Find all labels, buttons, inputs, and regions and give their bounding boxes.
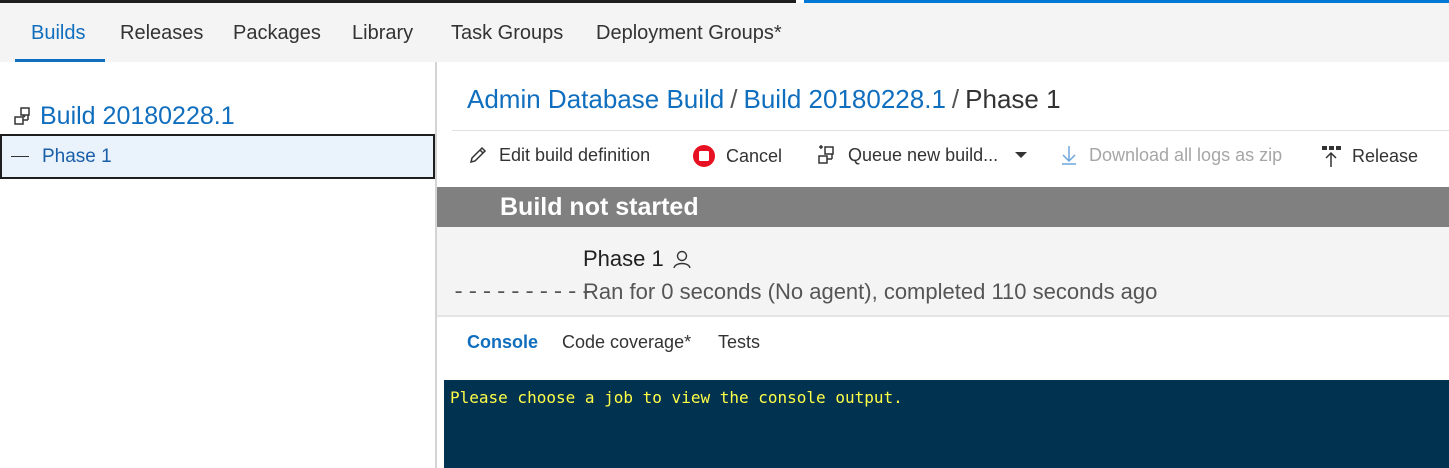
phase-dash-icon xyxy=(11,156,29,157)
tab-releases[interactable]: Releases xyxy=(120,22,203,45)
tree-phase-label: Phase 1 xyxy=(42,145,112,167)
download-label: Download all logs as zip xyxy=(1089,144,1283,165)
breadcrumb-separator: / xyxy=(730,84,738,114)
tab-deployment-groups[interactable]: Deployment Groups* xyxy=(596,22,782,45)
person-icon xyxy=(673,250,691,269)
edit-build-definition-button[interactable]: Edit build definition xyxy=(467,144,650,166)
tab-packages[interactable]: Packages xyxy=(233,22,321,45)
breadcrumb-separator: / xyxy=(951,84,960,114)
queue-build-icon xyxy=(818,145,834,164)
job-name: Phase 1 xyxy=(583,246,692,272)
tree-item-build[interactable]: Build 20180228.1 xyxy=(12,102,235,131)
breadcrumb: Admin Database Build / Build 20180228.1/Ph… xyxy=(467,84,1061,115)
pencil-icon xyxy=(469,146,487,164)
tab-builds[interactable]: Builds xyxy=(31,22,85,45)
stop-icon xyxy=(693,145,715,167)
tab-console[interactable]: Console xyxy=(467,332,538,353)
release-label: Release xyxy=(1352,145,1419,166)
queue-dropdown-button[interactable] xyxy=(1014,150,1038,160)
download-icon xyxy=(1062,146,1076,165)
build-toolbar: Edit build definition Cancel Queue new b… xyxy=(452,140,1449,178)
console-message: Please choose a job to view the console … xyxy=(450,388,903,407)
edit-label: Edit build definition xyxy=(499,144,651,165)
tree-item-phase[interactable]: Phase 1 xyxy=(0,134,435,179)
job-status-text: Ran for 0 seconds (No agent), completed … xyxy=(583,279,1158,304)
chevron-down-icon xyxy=(1015,152,1027,158)
job-name-label: Phase 1 xyxy=(583,246,664,271)
breadcrumb-definition-link[interactable]: Admin Database Build xyxy=(467,84,724,114)
job-duration-bar: ---------- xyxy=(452,280,595,305)
breadcrumb-current: Phase 1 xyxy=(965,84,1061,114)
cancel-build-button[interactable]: Cancel xyxy=(692,144,782,168)
breadcrumb-divider xyxy=(452,130,1449,131)
build-status-banner: Build not started xyxy=(437,187,1449,227)
tab-code-coverage[interactable]: Code coverage* xyxy=(562,332,691,353)
queue-label: Queue new build... xyxy=(848,144,999,165)
console-output[interactable]: Please choose a job to view the console … xyxy=(444,380,1449,468)
cancel-label: Cancel xyxy=(726,145,783,166)
tab-task-groups[interactable]: Task Groups xyxy=(451,22,563,45)
release-button[interactable]: Release xyxy=(1320,144,1418,168)
tree-build-label: Build 20180228.1 xyxy=(40,102,235,130)
queue-new-build-button[interactable]: Queue new build... xyxy=(816,144,998,166)
build-definition-icon xyxy=(14,106,30,125)
tab-tests[interactable]: Tests xyxy=(718,332,760,353)
download-logs-button[interactable]: Download all logs as zip xyxy=(1059,144,1282,166)
breadcrumb-build-link[interactable]: Build 20180228.1 xyxy=(744,84,946,114)
release-icon xyxy=(1322,146,1341,167)
hub-tab-bar: Builds Releases Packages Library Task Gr… xyxy=(0,3,1449,62)
build-tree-panel: Build 20180228.1 Phase 1 xyxy=(0,62,436,468)
banner-title: Build not started xyxy=(500,193,699,221)
job-summary-row[interactable]: Phase 1 ---------- Ran for 0 seconds (No… xyxy=(437,227,1449,317)
tab-library[interactable]: Library xyxy=(352,22,413,45)
